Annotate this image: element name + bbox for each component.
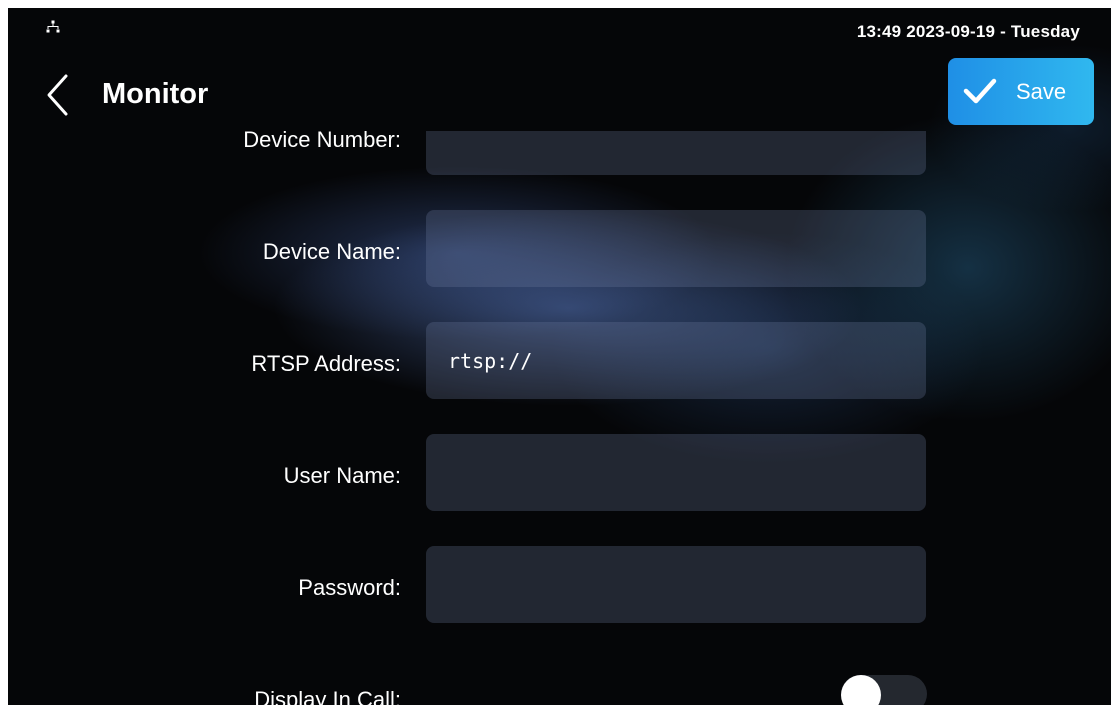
display-in-call-label: Display In Call:: [254, 687, 401, 705]
device-name-label: Device Name:: [262, 239, 401, 264]
status-datetime: 13:49 2023-09-19 - Tuesday: [856, 22, 1080, 41]
password-label: Password:: [298, 575, 401, 600]
checkmark-icon: [963, 78, 997, 104]
toggle-knob: [841, 675, 881, 705]
device-number-field[interactable]: [426, 131, 926, 175]
chevron-left-icon: [47, 74, 68, 116]
device-number-label: Device Number:: [243, 131, 401, 152]
display-in-call-toggle[interactable]: [841, 675, 927, 705]
monitor-form: Device Number: Device Name: RTSP Address…: [8, 131, 1111, 705]
user-name-label: User Name:: [283, 463, 401, 488]
header: Monitor Save: [8, 58, 1111, 128]
status-bar: 13:49 2023-09-19 - Tuesday: [8, 8, 1111, 50]
monitor-screen: 13:49 2023-09-19 - Tuesday Monitor Save …: [8, 8, 1111, 705]
save-label: Save: [1016, 79, 1067, 104]
page-title: Monitor: [102, 78, 209, 110]
network-icon: [46, 20, 60, 34]
password-field[interactable]: [426, 546, 926, 623]
device-name-field[interactable]: [426, 210, 926, 287]
user-name-field[interactable]: [426, 434, 926, 511]
back-button[interactable]: [40, 72, 80, 118]
rtsp-address-label: RTSP Address:: [251, 351, 401, 376]
save-button[interactable]: Save: [948, 58, 1094, 125]
rtsp-address-field[interactable]: rtsp://: [426, 322, 926, 399]
